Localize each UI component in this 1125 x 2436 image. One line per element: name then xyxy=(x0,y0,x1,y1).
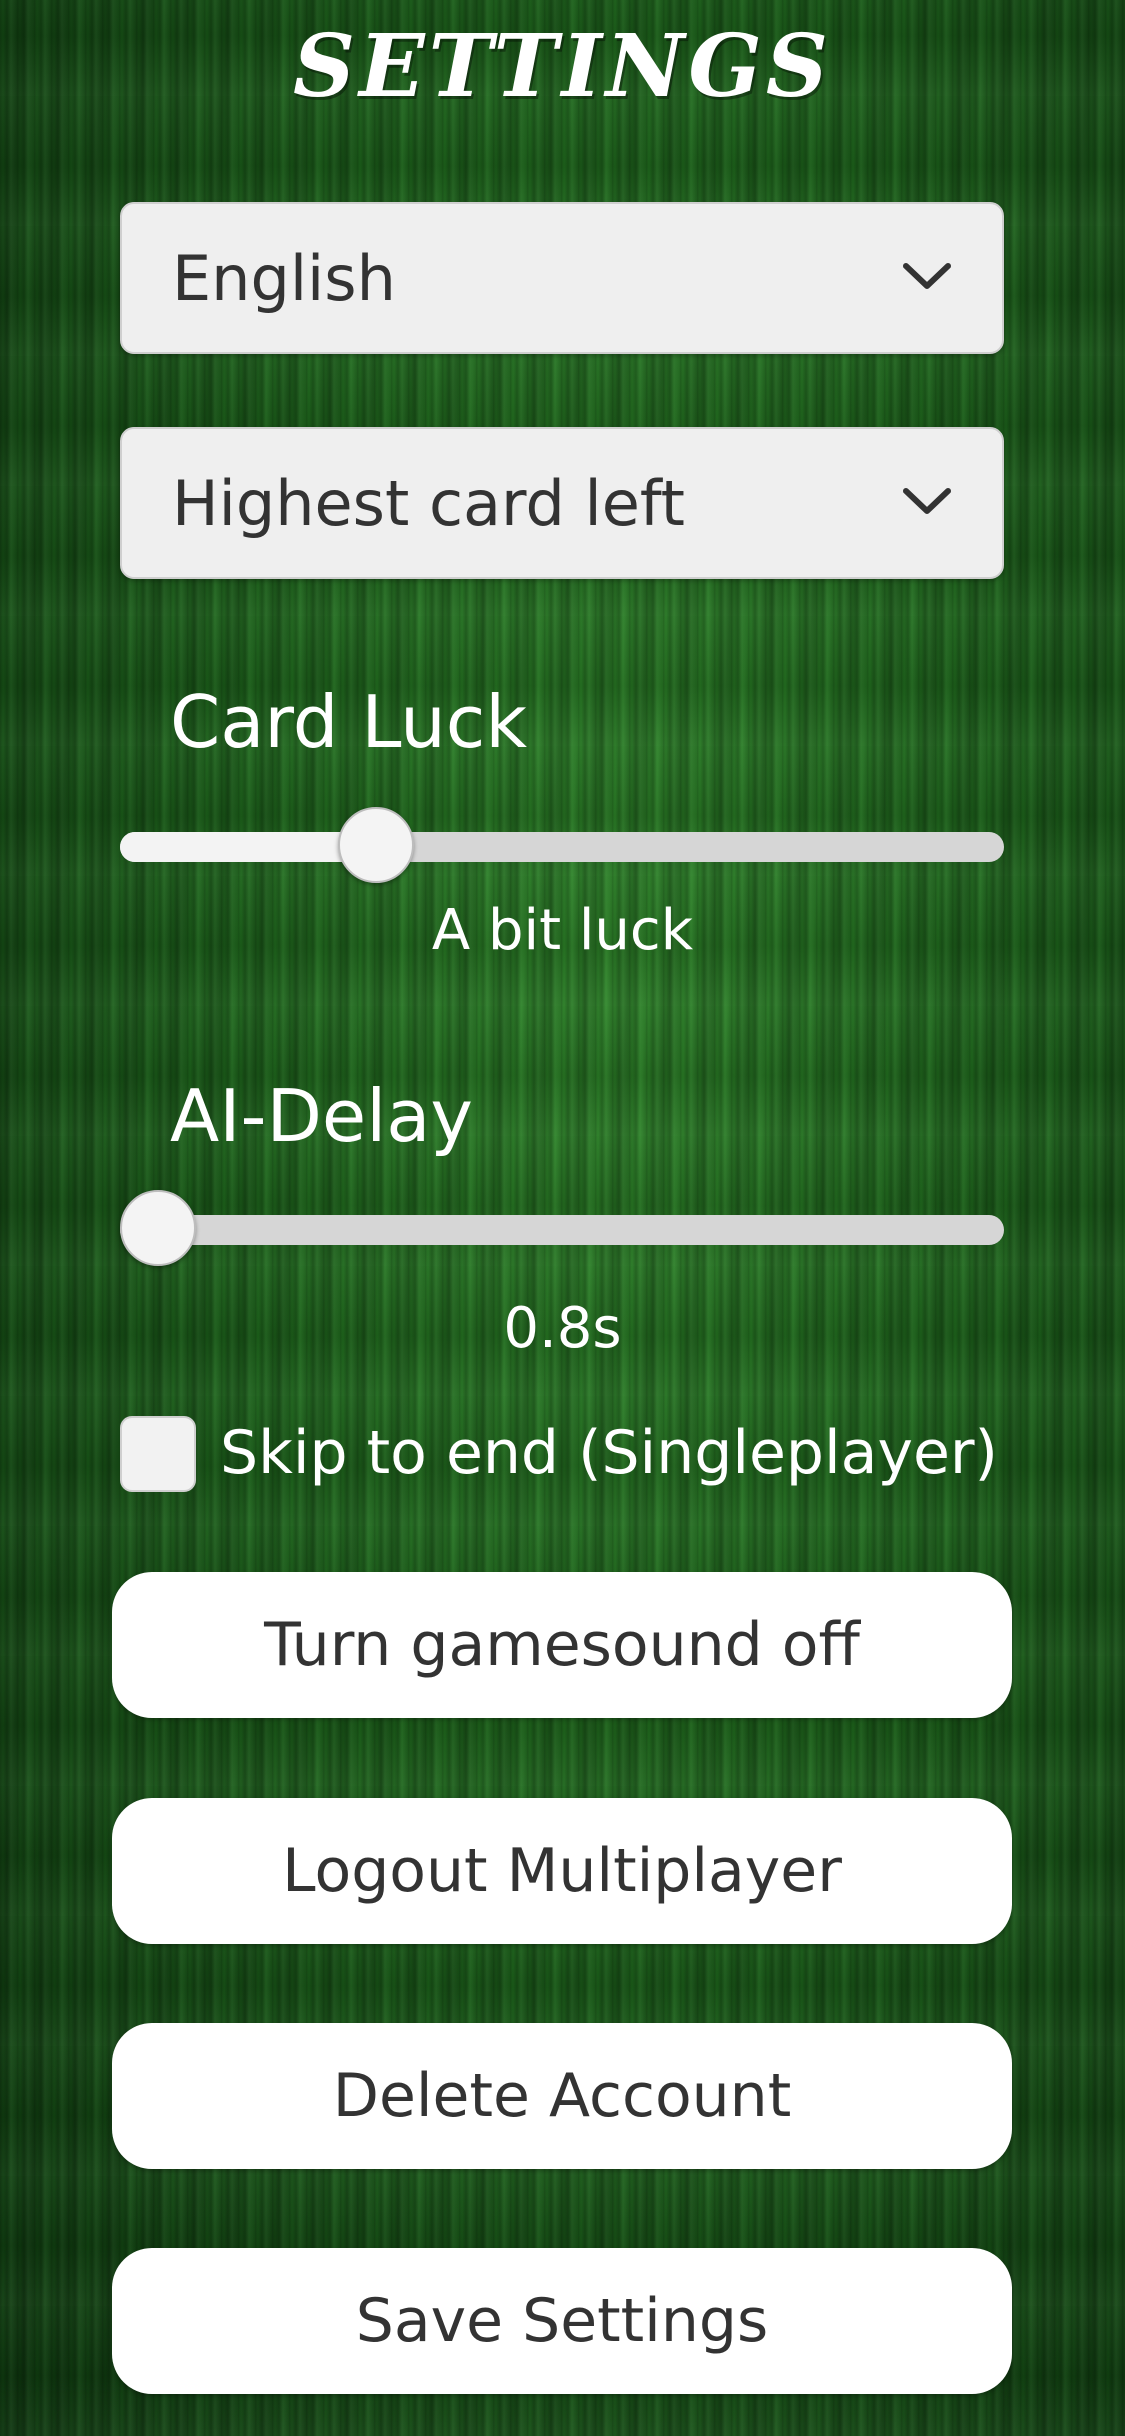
ai-delay-value: 0.8s xyxy=(503,1296,622,1361)
delete-account-button[interactable]: Delete Account xyxy=(112,2023,1012,2169)
skip-to-end-row[interactable]: Skip to end (Singleplayer) xyxy=(120,1414,1020,1494)
turn-gamesound-off-button[interactable]: Turn gamesound off xyxy=(112,1572,1012,1718)
card-luck-value: A bit luck xyxy=(431,898,694,963)
save-settings-button[interactable]: Save Settings xyxy=(112,2248,1012,2394)
chevron-down-icon xyxy=(903,488,951,514)
ai-delay-slider[interactable] xyxy=(120,1190,1004,1266)
chevron-down-icon xyxy=(903,263,951,289)
ai-delay-slider-thumb[interactable] xyxy=(120,1190,196,1266)
card-luck-slider[interactable] xyxy=(120,807,1004,883)
card-luck-label: Card Luck xyxy=(170,680,528,764)
page-title: SETTINGS xyxy=(293,16,832,117)
card-luck-slider-thumb[interactable] xyxy=(338,807,415,883)
mode-select-value: Highest card left xyxy=(172,467,685,540)
logout-multiplayer-button[interactable]: Logout Multiplayer xyxy=(112,1798,1012,1944)
language-select[interactable]: English xyxy=(120,202,1004,354)
mode-select[interactable]: Highest card left xyxy=(120,427,1004,579)
skip-to-end-checkbox[interactable] xyxy=(120,1416,196,1492)
ai-delay-label: AI-Delay xyxy=(170,1074,473,1158)
language-select-value: English xyxy=(172,242,396,315)
skip-to-end-label: Skip to end (Singleplayer) xyxy=(220,1418,998,1488)
